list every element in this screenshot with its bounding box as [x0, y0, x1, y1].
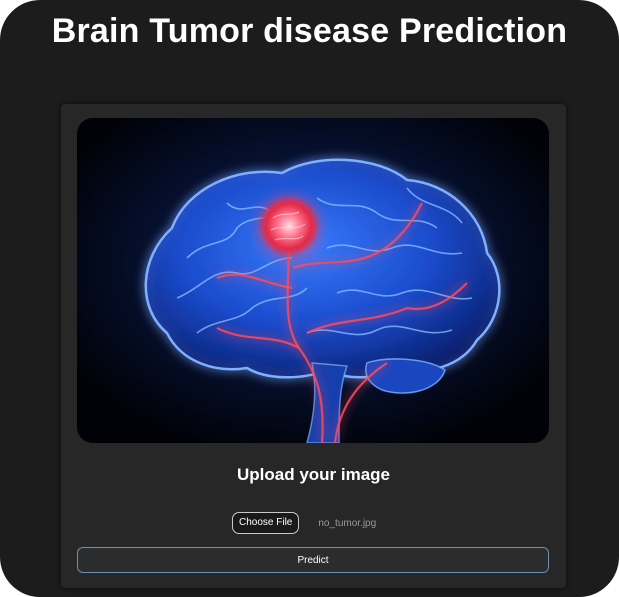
brain-tumor-image	[77, 118, 549, 443]
brain-illustration	[77, 118, 549, 443]
upload-card: Upload your image Choose File no_tumor.j…	[61, 104, 566, 588]
app-window: Brain Tumor disease Prediction Upload yo…	[0, 0, 619, 597]
predict-button[interactable]: Predict	[77, 547, 549, 573]
choose-file-button[interactable]: Choose File	[232, 512, 300, 534]
selected-file-name: no_tumor.jpg	[318, 517, 377, 529]
page-title: Brain Tumor disease Prediction	[51, 12, 568, 50]
upload-heading: Upload your image	[236, 465, 391, 484]
file-input[interactable]: Choose File no_tumor.jpg	[232, 512, 376, 534]
